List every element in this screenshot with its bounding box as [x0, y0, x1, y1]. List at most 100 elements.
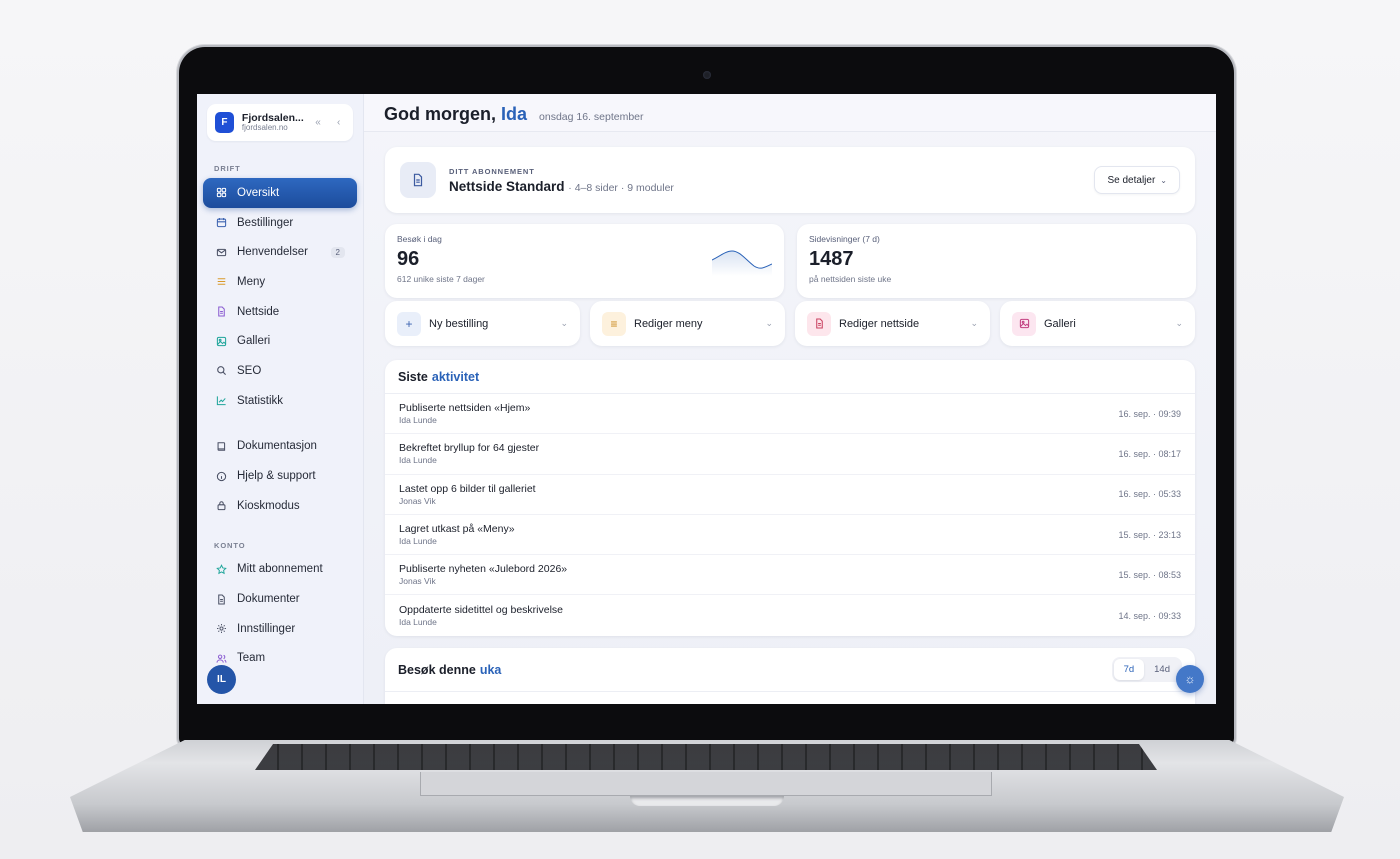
activity-row[interactable]: Bekreftet bryllup for 64 gjester Ida Lund… [385, 434, 1195, 475]
sidebar-item-henvendelser[interactable]: Henvendelser 2 [203, 237, 357, 267]
visits-this-week-panel: Besøk denne uka 7d 14d [385, 648, 1195, 704]
activity-time: 16. sep. · 08:17 [1118, 448, 1181, 459]
sidebar-item-label: Oversikt [237, 186, 280, 199]
sidebar-item-label: Dokumentasjon [237, 440, 317, 453]
sidebar-item-kioskmodus[interactable]: Kioskmodus [203, 491, 357, 521]
grid-icon [215, 187, 227, 199]
sidebar-item-innstillinger[interactable]: Innstillinger [203, 614, 357, 644]
activity-row[interactable]: Oppdaterte sidetittel og beskrivelse Ida … [385, 595, 1195, 635]
star-icon [215, 563, 227, 575]
sidebar-item-label: SEO [237, 364, 262, 377]
activity-title: Publiserte nettsiden «Hjem» [399, 402, 531, 415]
stat-pageviews: Sidevisninger (7 d) 1487 på nettsiden si… [797, 224, 1196, 298]
sidebar-item-label: Statistikk [237, 394, 284, 407]
activity-row[interactable]: Publiserte nettsiden «Hjem» Ida Lunde 16. … [385, 394, 1195, 435]
sidebar-item-seo[interactable]: SEO [203, 356, 357, 386]
collapse-double-chevron-icon[interactable]: « [312, 117, 325, 128]
action-gallery[interactable]: Galleri ⌄ [1000, 301, 1195, 346]
activity-title: Oppdaterte sidetittel og beskrivelse [399, 604, 564, 617]
action-new-booking[interactable]: + Ny bestilling ⌄ [385, 301, 580, 346]
search-icon [215, 365, 227, 377]
action-label: Ny bestilling [429, 317, 489, 330]
subscription-plan-line: Nettside Standard · 4–8 sider · 9 module… [449, 179, 674, 194]
lid-notch [630, 796, 784, 806]
avatar[interactable]: IL [207, 665, 236, 694]
chevron-down-icon: ⌄ [560, 318, 568, 328]
activity-text: Publiserte nyheten «Julebord 2026» Jonas … [399, 563, 1118, 586]
subscription-eyebrow: DITT ABONNEMENT [449, 166, 535, 176]
activity-text: Publiserte nettsiden «Hjem» Ida Lunde [399, 402, 1118, 425]
activity-user: Jonas Vik [399, 495, 436, 506]
see-details-label: Se detaljer [1107, 174, 1156, 186]
activity-text: Bekreftet bryllup for 64 gjester Ida Lund… [399, 442, 1118, 465]
activity-user: Jonas Vik [399, 576, 436, 587]
activity-row[interactable]: Lagret utkast på «Meny» Ida Lunde 15. sep.… [385, 515, 1195, 556]
sidebar-item-label: Dokumenter [237, 593, 300, 606]
document-icon [215, 593, 227, 605]
sidebar-item-dokumenter[interactable]: Dokumenter [203, 584, 357, 614]
mail-icon [215, 246, 227, 258]
nav-help: Dokumentasjon Hjelp & support Kioskmodus [197, 432, 363, 521]
sidebar-item-nettside[interactable]: Nettside [203, 297, 357, 327]
see-details-button[interactable]: Se detaljer ⌄ [1094, 166, 1180, 194]
sidebar-item-galleri[interactable]: Galleri [203, 326, 357, 356]
activity-time: 16. sep. · 09:39 [1118, 408, 1181, 419]
theme-toggle-icon[interactable]: ☼ [1176, 665, 1204, 693]
panel-title: Siste aktivitet [385, 360, 1195, 394]
sidebar-item-label: Bestillinger [237, 216, 294, 229]
panel-title-text: Besøk denne [398, 662, 476, 677]
brand-text: Fjordsalen... fjordsalen.no [241, 112, 304, 132]
sidebar-item-mitt-abonnement[interactable]: Mitt abonnement [203, 555, 357, 585]
sidebar-item-statistikk[interactable]: Statistikk [203, 386, 357, 416]
sidebar-item-label: Team [237, 652, 266, 665]
sidebar: F Fjordsalen... fjordsalen.no « ‹ DRIFT … [197, 94, 364, 704]
page-icon [215, 306, 227, 318]
activity-user: Ida Lunde [399, 617, 437, 628]
activity-time: 15. sep. · 08:53 [1118, 569, 1181, 580]
calendar-icon [215, 217, 227, 229]
chart-icon [215, 395, 227, 407]
subscription-info: DITT ABONNEMENT Nettside Standard · 4–8 … [449, 167, 674, 194]
users-icon [215, 652, 227, 664]
sidebar-item-meny[interactable]: Meny [203, 267, 357, 297]
activity-user: Ida Lunde [399, 536, 437, 547]
activity-row[interactable]: Lastet opp 6 bilder til galleriet Jonas V… [385, 475, 1195, 515]
main: God morgen, Ida onsdag 16. september DIT… [364, 94, 1216, 704]
info-icon [215, 470, 227, 482]
sidebar-item-bestillinger[interactable]: Bestillinger [203, 208, 357, 238]
sidebar-item-label: Mitt abonnement [237, 563, 323, 576]
book-icon [215, 440, 227, 452]
stat-label: Besøk i dag [397, 234, 442, 244]
brand-switcher[interactable]: F Fjordsalen... fjordsalen.no « ‹ [207, 104, 353, 141]
sidebar-item-oversikt[interactable]: Oversikt [203, 178, 357, 208]
activity-title: Publiserte nyheten «Julebord 2026» [399, 563, 568, 576]
activity-row[interactable]: Publiserte nyheten «Julebord 2026» Jonas … [385, 555, 1195, 596]
nav-konto: Mitt abonnement Dokumenter Innstillinger Te… [197, 555, 363, 674]
brand-domain: fjordsalen.no [241, 122, 288, 132]
current-date: onsdag 16. september [539, 111, 644, 123]
menu-lines-icon: ≡ [602, 311, 626, 336]
chevron-left-icon[interactable]: ‹ [332, 117, 345, 128]
sidebar-item-hjelp-support[interactable]: Hjelp & support [203, 461, 357, 491]
lock-icon [215, 500, 227, 512]
activity-user: Ida Lunde [399, 455, 437, 466]
trackpad [420, 772, 992, 796]
activity-list: Publiserte nettsiden «Hjem» Ida Lunde 16. … [385, 394, 1195, 636]
range-14d-button[interactable]: 14d [1144, 659, 1180, 680]
activity-title: Bekreftet bryllup for 64 gjester [399, 442, 540, 455]
range-7d-button[interactable]: 7d [1113, 659, 1145, 680]
sidebar-item-dokumentasjon[interactable]: Dokumentasjon [203, 432, 357, 462]
activity-title: Lagret utkast på «Meny» [399, 523, 515, 536]
plus-icon: + [397, 311, 421, 336]
activity-title: Lastet opp 6 bilder til galleriet [399, 482, 536, 495]
chevron-down-icon: ⌄ [765, 318, 773, 328]
webcam [703, 71, 711, 79]
panel-title-text: Siste [398, 369, 428, 384]
action-edit-menu[interactable]: ≡ Rediger meny ⌄ [590, 301, 785, 346]
section-label-konto: KONTO [214, 540, 246, 550]
sparkline [712, 250, 772, 276]
section-label-drift: DRIFT [214, 164, 241, 173]
subscription-meta: · 4–8 sider · 9 moduler [568, 181, 674, 194]
action-edit-website[interactable]: Rediger nettside ⌄ [795, 301, 990, 346]
image-icon [215, 335, 227, 347]
